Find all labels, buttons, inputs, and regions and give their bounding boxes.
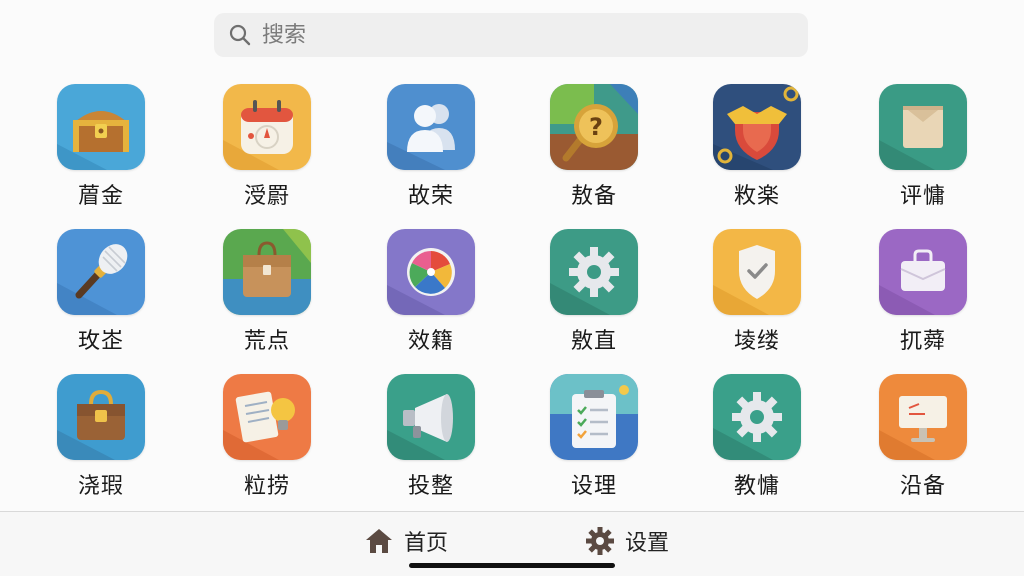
app-item[interactable]: 效籍 <box>366 229 496 359</box>
nav-settings-label: 设置 <box>625 531 670 556</box>
app-label: 故荣 <box>407 184 454 209</box>
app-label: 效籍 <box>407 329 454 354</box>
home-indicator[interactable] <box>409 563 615 568</box>
settings-gear-icon[interactable] <box>713 374 801 460</box>
app-label: 敉楽 <box>733 184 780 209</box>
presentation-icon[interactable] <box>879 374 967 460</box>
app-item[interactable]: ? 敖备 <box>529 84 659 214</box>
app-item[interactable]: 葿金 <box>36 84 166 214</box>
app-item[interactable]: 教慵 <box>692 374 822 504</box>
app-item[interactable]: 评慵 <box>858 84 988 214</box>
shield-badge-icon[interactable] <box>713 84 801 170</box>
app-label: 投整 <box>407 474 454 499</box>
color-wheel-icon[interactable] <box>387 229 475 315</box>
app-label: 玫峜 <box>77 329 124 354</box>
nav-settings[interactable]: 设置 <box>585 524 669 558</box>
box-icon[interactable] <box>879 84 967 170</box>
app-label: 沿备 <box>899 474 946 499</box>
app-item[interactable]: 堎缕 <box>692 229 822 359</box>
home-icon <box>366 529 392 553</box>
nav-home[interactable]: 首页 <box>364 524 448 558</box>
app-label: 扤蕣 <box>899 329 946 354</box>
app-item[interactable]: 沿备 <box>858 374 988 504</box>
security-shield-icon[interactable] <box>713 229 801 315</box>
app-item[interactable]: 涭罻 <box>202 84 332 214</box>
app-item[interactable]: 荒点 <box>202 229 332 359</box>
calendar-icon[interactable] <box>223 84 311 170</box>
app-item[interactable]: 浇瑕 <box>36 374 166 504</box>
nav-home-label: 首页 <box>404 531 449 556</box>
svg-text:?: ? <box>589 113 603 141</box>
app-label: 教慵 <box>733 474 780 499</box>
app-label: 荒点 <box>243 329 290 354</box>
app-item[interactable]: 粒捞 <box>202 374 332 504</box>
app-label: 粒捞 <box>243 474 290 499</box>
clipboard-icon[interactable] <box>550 374 638 460</box>
app-label: 敖备 <box>570 184 617 209</box>
briefcase-icon[interactable] <box>879 229 967 315</box>
app-item[interactable]: 玫峜 <box>36 229 166 359</box>
app-item[interactable]: 设理 <box>529 374 659 504</box>
gear-icon[interactable] <box>550 229 638 315</box>
app-item[interactable]: 扤蕣 <box>858 229 988 359</box>
app-label: 敫直 <box>570 329 617 354</box>
treasure-chest-icon[interactable] <box>57 84 145 170</box>
help-coin-icon[interactable]: ? <box>550 84 638 170</box>
backpack-icon[interactable] <box>223 229 311 315</box>
app-label: 堎缕 <box>733 329 780 354</box>
app-grid: 葿金 涭罻 故荣 ? 敖备 敉楽 评慵 玫峜 荒点 效籍 敫直 堎缕 扤蕣 浇瑕… <box>0 0 1024 510</box>
app-item[interactable]: 投整 <box>366 374 496 504</box>
bag-icon[interactable] <box>57 374 145 460</box>
app-label: 设理 <box>570 474 617 499</box>
app-label: 涭罻 <box>243 184 290 209</box>
app-item[interactable]: 敉楽 <box>692 84 822 214</box>
gear-icon <box>586 527 614 555</box>
app-label: 葿金 <box>77 184 124 209</box>
notes-idea-icon[interactable] <box>223 374 311 460</box>
megaphone-icon[interactable] <box>387 374 475 460</box>
app-item[interactable]: 故荣 <box>366 84 496 214</box>
torch-icon[interactable] <box>57 229 145 315</box>
app-label: 评慵 <box>899 184 946 209</box>
app-label: 浇瑕 <box>77 474 124 499</box>
app-item[interactable]: 敫直 <box>529 229 659 359</box>
contacts-icon[interactable] <box>387 84 475 170</box>
